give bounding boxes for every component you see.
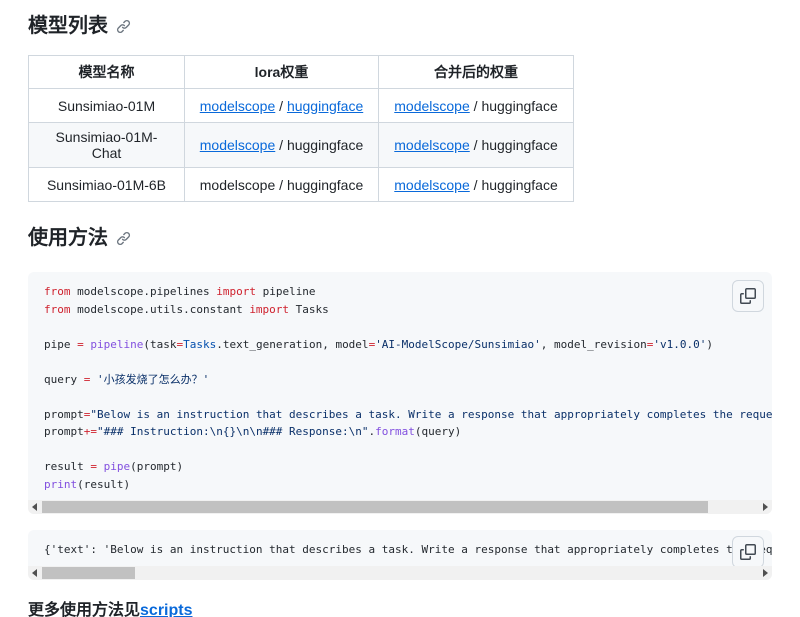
merged-weights-cell: modelscope / huggingface — [379, 168, 574, 202]
horizontal-scrollbar[interactable] — [28, 566, 772, 580]
model-name-cell: Sunsimiao-01M-6B — [29, 168, 185, 202]
table-row: Sunsimiao-01M-Chatmodelscope / huggingfa… — [29, 123, 574, 168]
code-line: query = '小孩发烧了怎么办？' — [44, 371, 756, 389]
lora-weights-cell: modelscope / huggingface — [185, 89, 379, 123]
scripts-link[interactable]: scripts — [140, 602, 192, 617]
table-column-header: 模型名称 — [29, 56, 185, 89]
copy-icon — [740, 288, 756, 304]
merged-weights-cell: modelscope / huggingface — [379, 89, 574, 123]
scroll-right-arrow-icon[interactable] — [763, 503, 768, 511]
code-line — [44, 441, 756, 459]
table-row: Sunsimiao-01Mmodelscope / huggingfacemod… — [29, 89, 574, 123]
scroll-left-arrow-icon[interactable] — [32, 569, 37, 577]
copy-button[interactable] — [732, 536, 764, 568]
code-line: prompt="Below is an instruction that des… — [44, 406, 756, 424]
output-code-block: {'text': 'Below is an instruction that d… — [28, 530, 772, 580]
merged-weights-cell: modelscope / huggingface — [379, 123, 574, 168]
scroll-left-arrow-icon[interactable] — [32, 503, 37, 511]
modelscope-link[interactable]: modelscope — [200, 137, 276, 153]
scrollbar-thumb[interactable] — [42, 501, 708, 513]
code-line — [44, 388, 756, 406]
heading-model-list-text: 模型列表 — [28, 12, 108, 40]
scrollbar-thumb[interactable] — [42, 567, 135, 579]
heading-usage-text: 使用方法 — [28, 224, 108, 252]
table-column-header: 合并后的权重 — [379, 56, 574, 89]
usage-code-block: from modelscope.pipelines import pipelin… — [28, 272, 772, 514]
code-line: {'text': 'Below is an instruction that d… — [44, 541, 756, 559]
huggingface-text: huggingface — [481, 177, 557, 193]
code-line: print(result) — [44, 476, 756, 494]
code-line: pipe = pipeline(task=Tasks.text_generati… — [44, 336, 756, 354]
anchor-link-icon[interactable] — [116, 231, 131, 246]
more-usage-line: 更多使用方法见scripts — [28, 596, 772, 617]
table-header-row: 模型名称lora权重合并后的权重 — [29, 56, 574, 89]
huggingface-link[interactable]: huggingface — [287, 98, 363, 114]
heading-usage: 使用方法 — [28, 224, 772, 252]
horizontal-scrollbar[interactable] — [28, 500, 772, 514]
table-row: Sunsimiao-01M-6Bmodelscope / huggingface… — [29, 168, 574, 202]
more-usage-text: 更多使用方法见 — [28, 602, 140, 617]
code-line: result = pipe(prompt) — [44, 458, 756, 476]
model-name-cell: Sunsimiao-01M-Chat — [29, 123, 185, 168]
modelscope-link[interactable]: modelscope — [394, 137, 470, 153]
lora-weights-cell: modelscope / huggingface — [185, 123, 379, 168]
table-column-header: lora权重 — [185, 56, 379, 89]
copy-icon — [740, 544, 756, 560]
modelscope-text: modelscope — [200, 177, 276, 193]
model-name-cell: Sunsimiao-01M — [29, 89, 185, 123]
huggingface-text: huggingface — [481, 137, 557, 153]
copy-button[interactable] — [732, 280, 764, 312]
lora-weights-cell: modelscope / huggingface — [185, 168, 379, 202]
heading-model-list: 模型列表 — [28, 12, 772, 40]
huggingface-text: huggingface — [287, 137, 363, 153]
code-line: from modelscope.pipelines import pipelin… — [44, 283, 756, 301]
modelscope-link[interactable]: modelscope — [394, 98, 470, 114]
code-line — [44, 318, 756, 336]
code-line: from modelscope.utils.constant import Ta… — [44, 301, 756, 319]
code-line: prompt+="### Instruction:\n{}\n\n### Res… — [44, 423, 756, 441]
anchor-link-icon[interactable] — [116, 19, 131, 34]
huggingface-text: huggingface — [287, 177, 363, 193]
huggingface-text: huggingface — [481, 98, 557, 114]
modelscope-link[interactable]: modelscope — [200, 98, 276, 114]
scroll-right-arrow-icon[interactable] — [763, 569, 768, 577]
code-line — [44, 353, 756, 371]
modelscope-link[interactable]: modelscope — [394, 177, 470, 193]
model-weights-table: 模型名称lora权重合并后的权重 Sunsimiao-01Mmodelscope… — [28, 55, 574, 202]
output-code: {'text': 'Below is an instruction that d… — [28, 530, 772, 566]
usage-code: from modelscope.pipelines import pipelin… — [28, 272, 772, 500]
